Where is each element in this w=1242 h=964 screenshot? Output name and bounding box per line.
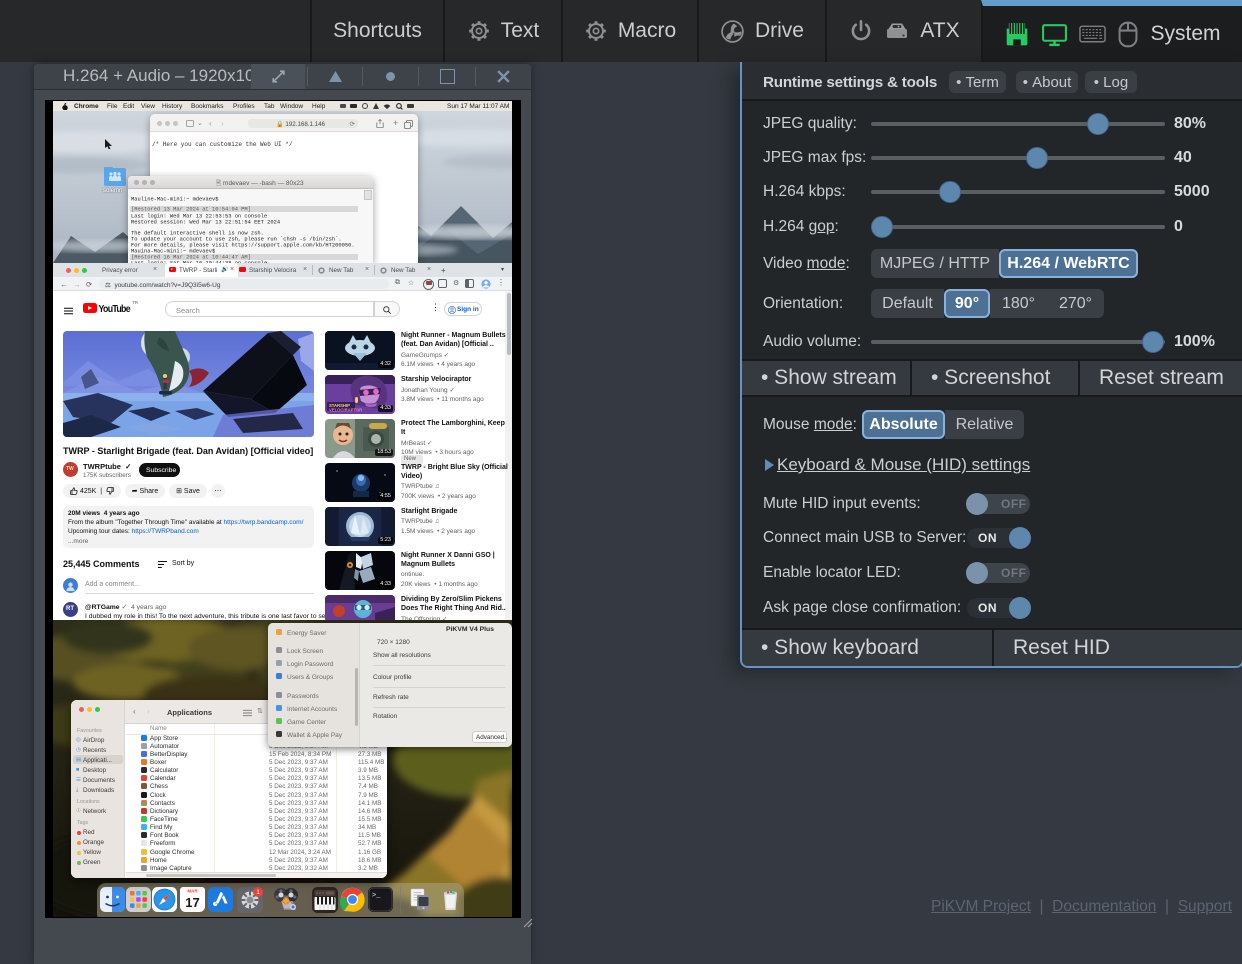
svg-text:MAR: MAR — [187, 889, 198, 894]
svg-text:VELOCIRAPTOR: VELOCIRAPTOR — [329, 408, 362, 413]
svg-text:1: 1 — [256, 889, 260, 896]
